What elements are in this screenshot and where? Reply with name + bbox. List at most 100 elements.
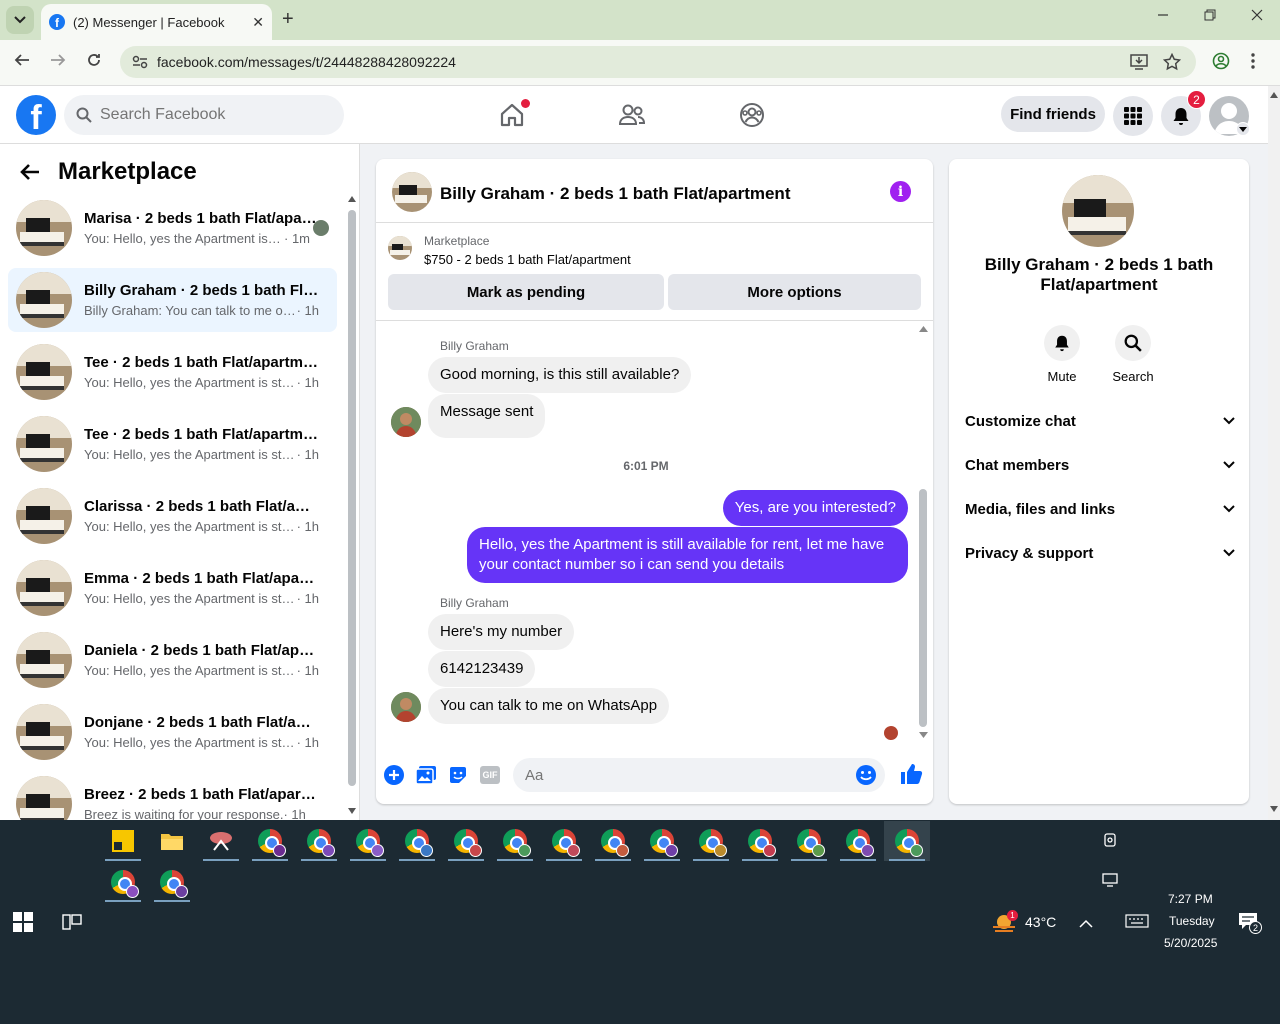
taskbar-file-explorer[interactable] — [152, 821, 192, 861]
facebook-search[interactable] — [64, 95, 344, 135]
facebook-logo-icon[interactable]: f — [16, 95, 56, 135]
reload-icon[interactable] — [86, 52, 102, 73]
site-settings-icon[interactable] — [132, 55, 148, 69]
taskbar-chrome-profile[interactable] — [691, 821, 731, 861]
conversation-item[interactable]: Donjane · 2 beds 1 bath Flat/apartment Yo… — [8, 700, 337, 764]
clock-date[interactable]: 5/20/2025 — [1164, 936, 1217, 950]
taskbar-chrome-profile[interactable] — [397, 821, 437, 861]
message-input[interactable] — [525, 766, 825, 784]
mark-as-pending-button[interactable]: Mark as pending — [388, 274, 664, 310]
chat-scroll-down-icon[interactable] — [919, 732, 928, 738]
conversation-item[interactable]: Daniela · 2 beds 1 bath Flat/apartment Yo… — [8, 628, 337, 692]
temperature[interactable]: 43°C — [1025, 914, 1056, 930]
taskbar-chrome-profile[interactable] — [544, 821, 584, 861]
search-input[interactable] — [100, 106, 320, 124]
taskbar-snipping-tool[interactable] — [201, 821, 241, 861]
more-options-button[interactable]: More options — [668, 274, 921, 310]
task-view-icon[interactable] — [62, 912, 82, 937]
emoji-icon[interactable] — [855, 764, 877, 786]
conversation-item[interactable]: Tee · 2 beds 1 bath Flat/apartment You: H… — [8, 412, 337, 476]
taskbar-chrome-active[interactable] — [884, 821, 930, 861]
start-windows-icon[interactable] — [13, 912, 33, 937]
close-window-icon[interactable] — [1251, 8, 1263, 26]
back-icon[interactable] — [14, 52, 30, 73]
taskbar-chrome-profile[interactable] — [495, 821, 535, 861]
chat-scrollbar[interactable] — [919, 489, 927, 727]
info-icon[interactable]: i — [890, 181, 911, 202]
taskbar-chrome-profile[interactable] — [838, 821, 878, 861]
clock-time[interactable]: 7:27 PM — [1168, 892, 1213, 906]
incoming-message[interactable]: Message sent — [428, 394, 546, 438]
close-tab-icon[interactable]: ✕ — [252, 14, 264, 31]
menu-grid-button[interactable] — [1113, 96, 1153, 136]
taskbar-chrome-profile[interactable] — [740, 821, 780, 861]
friends-nav[interactable] — [615, 98, 649, 132]
camera-icon[interactable] — [1102, 832, 1118, 853]
conversation-item-active[interactable]: Billy Graham · 2 beds 1 bath Flat/apartm… — [8, 268, 337, 332]
gif-button[interactable]: GIF — [479, 764, 501, 786]
page-scroll-up-icon[interactable] — [1270, 92, 1278, 98]
taskbar-chrome-profile[interactable] — [299, 821, 339, 861]
incoming-message[interactable]: 6142123439 — [428, 651, 536, 687]
new-tab-button[interactable]: + — [282, 8, 294, 31]
conversation-item[interactable]: Breez · 2 beds 1 bath Flat/apartment Bree… — [8, 772, 337, 820]
scroll-down-arrow-icon[interactable] — [348, 808, 356, 814]
incoming-message[interactable]: Here's my number — [428, 614, 575, 650]
sender-avatar[interactable] — [391, 692, 421, 722]
restore-icon[interactable] — [1204, 8, 1216, 26]
forward-icon[interactable] — [50, 52, 66, 73]
info-listing-avatar[interactable] — [1062, 175, 1134, 247]
media-files-links-section[interactable]: Media, files and links — [965, 497, 1235, 521]
url-text[interactable]: facebook.com/messages/t/2444828842809222… — [157, 54, 456, 70]
send-like-button[interactable] — [899, 762, 923, 786]
home-nav[interactable] — [495, 98, 530, 132]
page-scroll-down-icon[interactable] — [1270, 806, 1278, 812]
taskbar-chrome-profile[interactable] — [250, 821, 290, 861]
tab-search-button[interactable] — [6, 6, 34, 34]
listing-small-thumbnail[interactable] — [388, 236, 412, 260]
taskbar-chrome-profile[interactable] — [348, 821, 388, 861]
incoming-message[interactable]: Good morning, is this still available? — [428, 357, 692, 393]
browser-menu-icon[interactable] — [1250, 52, 1256, 75]
taskbar-chrome-profile[interactable] — [642, 821, 682, 861]
incoming-message[interactable]: You can talk to me on WhatsApp — [428, 688, 670, 724]
chat-list-scrollbar[interactable] — [348, 210, 356, 786]
keyboard-icon[interactable] — [1125, 914, 1149, 933]
mute-action[interactable]: Mute — [1032, 325, 1092, 384]
groups-nav[interactable] — [735, 98, 769, 132]
page-scrollbar[interactable] — [1268, 86, 1280, 820]
browser-tab-messenger[interactable]: f (2) Messenger | Facebook ✕ — [41, 4, 272, 40]
attach-photo-button[interactable] — [415, 764, 437, 786]
chat-scroll-up-icon[interactable] — [919, 326, 928, 332]
chat-title[interactable]: Billy Graham · 2 beds 1 bath Flat/apartm… — [440, 184, 790, 204]
conversation-item[interactable]: Clarissa · 2 beds 1 bath Flat/apartment Y… — [8, 484, 337, 548]
scroll-up-arrow-icon[interactable] — [348, 196, 356, 202]
clock-day[interactable]: Tuesday — [1169, 914, 1215, 928]
find-friends-button[interactable]: Find friends — [1001, 96, 1105, 132]
outgoing-message[interactable]: Yes, are you interested? — [722, 490, 908, 526]
minimize-icon[interactable] — [1157, 8, 1169, 26]
chat-members-section[interactable]: Chat members — [965, 453, 1235, 477]
taskbar-chrome-profile[interactable] — [593, 821, 633, 861]
tray-expand-icon[interactable] — [1079, 916, 1093, 934]
account-chevron-icon[interactable] — [1236, 122, 1250, 136]
customize-chat-section[interactable]: Customize chat — [965, 409, 1235, 433]
chat-listing-avatar[interactable] — [392, 172, 432, 212]
taskbar-chrome-profile[interactable] — [103, 862, 143, 902]
back-arrow-icon[interactable] — [20, 163, 40, 181]
outgoing-message[interactable]: Hello, yes the Apartment is still availa… — [467, 527, 908, 583]
notification-center-icon[interactable]: 2 — [1238, 912, 1262, 935]
privacy-support-section[interactable]: Privacy & support — [965, 541, 1235, 565]
message-input-wrapper[interactable] — [513, 758, 885, 792]
taskbar-chrome-profile[interactable] — [152, 862, 192, 902]
conversation-item[interactable]: Emma · 2 beds 1 bath Flat/apartment You: … — [8, 556, 337, 620]
conversation-item[interactable]: Tee · 2 beds 1 bath Flat/apartment You: H… — [8, 340, 337, 404]
bookmark-star-icon[interactable] — [1163, 53, 1181, 71]
install-app-icon[interactable] — [1130, 54, 1148, 70]
listing-price-title[interactable]: $750 - 2 beds 1 bath Flat/apartment — [424, 252, 631, 267]
display-icon[interactable] — [1102, 872, 1118, 893]
sender-avatar[interactable] — [391, 407, 421, 437]
search-action[interactable]: Search — [1103, 325, 1163, 384]
taskbar-sticky-notes[interactable] — [103, 821, 143, 861]
taskbar-chrome-profile[interactable] — [789, 821, 829, 861]
